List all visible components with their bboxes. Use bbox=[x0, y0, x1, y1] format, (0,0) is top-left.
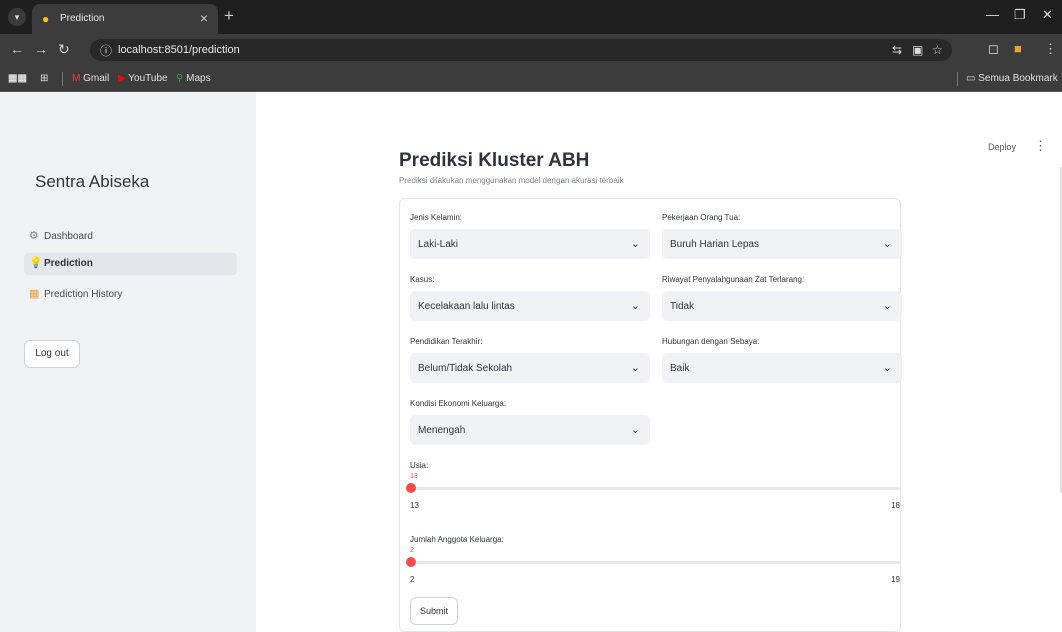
field-label: Kondisi Ekonomi Keluarga: bbox=[410, 399, 507, 408]
lightbulb-icon: ● bbox=[42, 12, 50, 26]
field-label: Pendidikan Terakhir: bbox=[410, 337, 483, 346]
chevron-down-icon: ⌄ bbox=[630, 300, 640, 312]
family-size-slider: Jumlah Anggota Keluarga: 2 2 19 bbox=[406, 535, 900, 605]
bookmark-maps[interactable]: ⚲ Maps bbox=[176, 73, 211, 84]
apps-icon[interactable]: ▦▦ bbox=[8, 73, 27, 84]
youtube-icon: ▶ bbox=[118, 73, 129, 84]
submit-button[interactable]: Submit bbox=[410, 597, 458, 625]
all-bookmarks-button[interactable]: ▭ Semua Bookmark bbox=[966, 73, 1058, 84]
site-info-icon[interactable]: ⓘ bbox=[100, 42, 112, 59]
field-label: Hubungan dengan Sebaya: bbox=[662, 337, 760, 346]
select-value: Menengah bbox=[418, 425, 466, 436]
deploy-button[interactable]: Deploy bbox=[988, 142, 1016, 152]
close-window-icon[interactable]: ✕ bbox=[1042, 7, 1053, 23]
browser-menu-icon[interactable]: ⋮ bbox=[1044, 41, 1057, 57]
slider-label: Usia: bbox=[410, 461, 429, 470]
gmail-icon: M bbox=[72, 73, 84, 84]
slider-thumb[interactable] bbox=[406, 557, 416, 567]
bookmarks-bar: ▦▦ ⊞ M Gmail ▶ YouTube ⚲ Maps ▭ Semua Bo… bbox=[0, 66, 1062, 92]
sidebar: Sentra Abiseka ⚙ Dashboard 💡 Prediction … bbox=[0, 92, 256, 632]
logout-button[interactable]: Log out bbox=[24, 340, 80, 368]
peer-relation-select[interactable]: Baik ⌄ bbox=[662, 353, 902, 383]
tab-title: Prediction bbox=[60, 13, 105, 24]
slider-label: Jumlah Anggota Keluarga: bbox=[410, 535, 504, 544]
field-label: Kasus: bbox=[410, 275, 435, 284]
browser-tab[interactable]: ● Prediction × bbox=[32, 4, 218, 34]
app-title: Sentra Abiseka bbox=[35, 172, 150, 191]
chevron-down-icon: ⌄ bbox=[630, 238, 640, 250]
close-tab-icon[interactable]: × bbox=[200, 10, 208, 26]
back-icon[interactable]: ← bbox=[10, 41, 24, 57]
prediction-form: Jenis Kelamin: Laki-Laki ⌄ Pekerjaan Ora… bbox=[399, 198, 902, 632]
sidebar-item-prediction[interactable]: 💡 Prediction bbox=[24, 253, 237, 275]
minimize-icon[interactable]: — bbox=[986, 7, 999, 22]
gender-select[interactable]: Laki-Laki ⌄ bbox=[410, 229, 650, 259]
field-label: Jenis Kelamin: bbox=[410, 213, 463, 222]
chevron-down-icon: ⌄ bbox=[882, 362, 892, 374]
chevron-down-icon: ⌄ bbox=[630, 362, 640, 374]
install-app-icon[interactable]: ▣ bbox=[912, 43, 923, 57]
more-options-icon[interactable]: ⋮ bbox=[1034, 138, 1047, 154]
education-select[interactable]: Belum/Tidak Sekolah ⌄ bbox=[410, 353, 650, 383]
slider-min: 13 bbox=[410, 501, 419, 510]
sidebar-item-label: Prediction bbox=[44, 258, 93, 269]
substance-history-select[interactable]: Tidak ⌄ bbox=[662, 291, 902, 321]
translate-icon[interactable]: ⇆ bbox=[892, 43, 902, 57]
slider-thumb[interactable] bbox=[406, 483, 416, 493]
address-bar[interactable]: ⓘ localhost:8501/prediction ⇆ ▣ ☆ bbox=[90, 39, 952, 61]
field-label: Riwayat Penyalahgunaan Zat Terlarang: bbox=[662, 275, 805, 284]
bookmark-youtube[interactable]: ▶ YouTube bbox=[118, 73, 168, 84]
page-subtitle: Prediksi dilakukan menggunakan model den… bbox=[399, 176, 624, 185]
maximize-icon[interactable]: ❐ bbox=[1014, 7, 1026, 23]
slider-max: 18 bbox=[891, 501, 900, 510]
bookmark-divider bbox=[62, 72, 63, 86]
folder-icon: ▭ bbox=[966, 73, 979, 84]
grid-icon[interactable]: ⊞ bbox=[40, 73, 48, 84]
field-label: Pekerjaan Orang Tua: bbox=[662, 213, 741, 222]
new-tab-icon[interactable]: + bbox=[224, 6, 234, 26]
sidebar-item-dashboard[interactable]: ⚙ Dashboard bbox=[24, 226, 237, 248]
sidebar-item-prediction-history[interactable]: ▦ Prediction History bbox=[24, 284, 237, 306]
slider-current-value: 2 bbox=[410, 547, 414, 554]
select-value: Belum/Tidak Sekolah bbox=[418, 363, 513, 374]
select-value: Tidak bbox=[670, 301, 695, 312]
parent-job-select[interactable]: Buruh Harian Lepas ⌄ bbox=[662, 229, 902, 259]
browser-tab-bar: ▾ ● Prediction × + — ❐ ✕ bbox=[0, 0, 1062, 34]
bookmark-gmail[interactable]: M Gmail bbox=[72, 73, 109, 84]
forward-icon[interactable]: → bbox=[34, 41, 48, 57]
select-value: Laki-Laki bbox=[418, 239, 459, 250]
chevron-down-icon: ⌄ bbox=[630, 424, 640, 436]
tab-search-icon[interactable]: ▾ bbox=[8, 8, 26, 26]
calendar-icon: ▦ bbox=[29, 288, 40, 300]
page-title: Prediksi Kluster ABH bbox=[399, 150, 590, 171]
chevron-down-icon: ⌄ bbox=[882, 300, 892, 312]
browser-toolbar: ← → ↻ ⓘ localhost:8501/prediction ⇆ ▣ ☆ … bbox=[0, 34, 1062, 66]
select-value: Kecelakaan lalu lintas bbox=[418, 301, 515, 312]
select-value: Buruh Harian Lepas bbox=[670, 239, 759, 250]
lightbulb-icon: 💡 bbox=[29, 257, 43, 269]
chevron-down-icon: ⌄ bbox=[882, 238, 892, 250]
family-economy-select[interactable]: Menengah ⌄ bbox=[410, 415, 650, 445]
url-text: localhost:8501/prediction bbox=[118, 44, 240, 56]
gear-icon: ⚙ bbox=[29, 230, 39, 242]
select-value: Baik bbox=[670, 363, 690, 374]
slider-track[interactable] bbox=[410, 487, 900, 490]
tab-groups-icon[interactable]: ◻ bbox=[988, 41, 999, 57]
slider-current-value: 13 bbox=[410, 473, 418, 480]
slider-track[interactable] bbox=[410, 561, 900, 564]
main-content: Deploy ⋮ Prediksi Kluster ABH Prediksi d… bbox=[256, 92, 1062, 632]
bookmark-divider bbox=[957, 72, 958, 86]
bookmark-star-icon[interactable]: ☆ bbox=[932, 43, 943, 57]
case-select[interactable]: Kecelakaan lalu lintas ⌄ bbox=[410, 291, 650, 321]
sidebar-item-label: Prediction History bbox=[44, 289, 123, 300]
reload-icon[interactable]: ↻ bbox=[58, 41, 70, 58]
slider-max: 19 bbox=[891, 575, 900, 584]
age-slider: Usia: 13 13 18 bbox=[406, 461, 900, 531]
profile-icon[interactable]: ■ bbox=[1014, 41, 1022, 56]
maps-icon: ⚲ bbox=[176, 73, 187, 84]
sidebar-item-label: Dashboard bbox=[44, 231, 93, 242]
slider-min: 2 bbox=[410, 575, 415, 584]
